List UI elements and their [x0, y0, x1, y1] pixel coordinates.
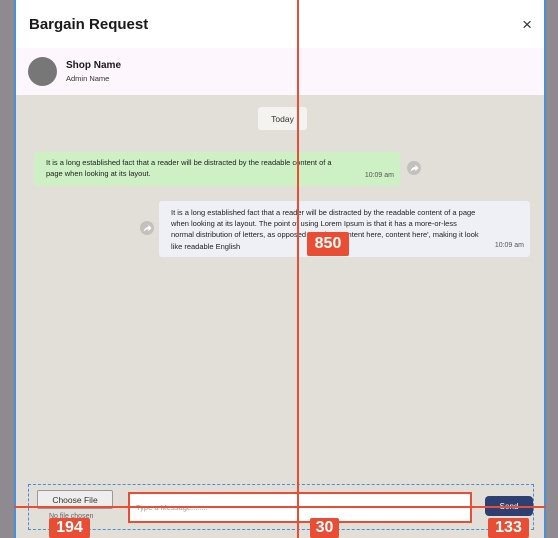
message-outgoing: It is a long established fact that a rea… — [159, 201, 530, 257]
message-incoming: It is a long established fact that a rea… — [34, 152, 400, 186]
modal-title: Bargain Request — [29, 15, 149, 33]
shop-info: Shop Name Admin Name — [16, 48, 544, 95]
shop-name: Shop Name — [66, 60, 122, 71]
no-file-label: No file chosen — [49, 513, 94, 520]
date-separator: Today — [258, 107, 307, 130]
message-text: It is a long established fact that a rea… — [171, 208, 479, 251]
admin-name: Admin Name — [66, 74, 110, 83]
chat-area[interactable]: Today It is a long established fact that… — [16, 95, 544, 538]
send-button[interactable]: Send — [485, 496, 533, 516]
message-time: 10:09 am — [364, 172, 394, 179]
message-composer: Choose File No file chosen Send — [28, 484, 534, 530]
avatar — [28, 57, 57, 86]
close-icon[interactable]: × — [522, 16, 532, 33]
choose-file-button[interactable]: Choose File — [37, 490, 113, 509]
bargain-request-modal: Bargain Request × Shop Name Admin Name T… — [14, 0, 546, 538]
modal-header: Bargain Request × — [16, 0, 544, 48]
message-text: It is a long established fact that a rea… — [46, 158, 332, 179]
message-time: 10:09 am — [494, 242, 524, 249]
message-input[interactable] — [128, 492, 472, 523]
share-icon[interactable] — [407, 161, 421, 175]
share-icon[interactable] — [140, 221, 154, 235]
